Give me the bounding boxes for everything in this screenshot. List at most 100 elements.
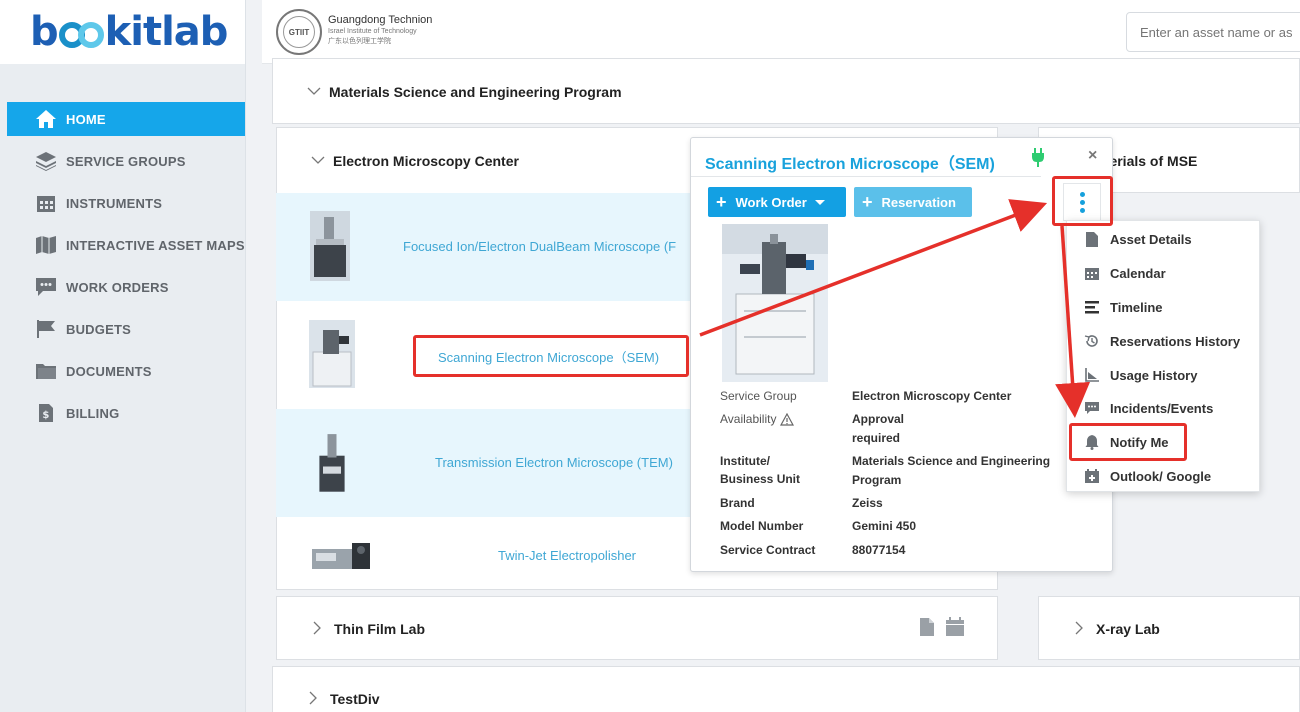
caret-down-icon bbox=[814, 199, 825, 205]
org-name: Guangdong Technion bbox=[328, 14, 433, 26]
org-sub-en: Israel Institute of Technology bbox=[328, 28, 417, 35]
chevron-right-icon[interactable] bbox=[309, 691, 318, 705]
comment-icon bbox=[1083, 399, 1101, 417]
instrument-link[interactable]: Transmission Electron Microscope (TEM) bbox=[435, 455, 673, 470]
menu-item-label: Timeline bbox=[1110, 299, 1163, 315]
menu-item-outlook-google[interactable]: Outlook/ Google bbox=[1083, 465, 1211, 487]
org-sub-cn: 广东以色列理工学院 bbox=[328, 38, 391, 45]
section-title: X-ray Lab bbox=[1096, 621, 1160, 637]
sidebar-item-label: INTERACTIVE ASSET MAPS bbox=[66, 237, 245, 253]
sidebar-item-documents[interactable]: DOCUMENTS bbox=[7, 354, 245, 388]
availability-label-group: Availability bbox=[720, 410, 795, 428]
top-header: GTIIT Guangdong Technion Israel Institut… bbox=[262, 0, 1300, 64]
history-icon bbox=[1083, 332, 1101, 350]
detail-value: Electron Microscopy Center bbox=[852, 389, 1012, 403]
timeline-icon bbox=[1083, 298, 1101, 316]
chevron-right-icon[interactable] bbox=[1075, 621, 1084, 635]
detail-label: Availability bbox=[720, 412, 777, 426]
menu-item-asset-details[interactable]: Asset Details bbox=[1083, 228, 1192, 250]
sidebar-item-label: SERVICE GROUPS bbox=[66, 153, 186, 169]
list-item[interactable]: Twin-Jet Electropolisher bbox=[276, 517, 690, 589]
instrument-thumbnail bbox=[312, 543, 370, 569]
chevron-down-icon[interactable] bbox=[311, 156, 325, 165]
popup-title: Scanning Electron Microscope（SEM) bbox=[705, 156, 995, 173]
sidebar-item-interactive-asset-maps[interactable]: INTERACTIVE ASSET MAPS bbox=[7, 228, 245, 262]
detail-value: Materials Science and Engineering Progra… bbox=[852, 454, 1051, 487]
instrument-thumbnail bbox=[314, 430, 350, 494]
plus-icon: + bbox=[862, 191, 873, 212]
document-icon bbox=[1083, 230, 1101, 248]
org-name-block: Guangdong Technion Israel Institute of T… bbox=[328, 13, 432, 47]
list-item[interactable]: Transmission Electron Microscope (TEM) bbox=[276, 409, 690, 517]
sidebar-item-work-orders[interactable]: WORK ORDERS bbox=[7, 270, 245, 304]
list-item[interactable]: Focused Ion/Electron DualBeam Microscope… bbox=[276, 193, 690, 301]
button-label: Reservation bbox=[881, 194, 956, 210]
sidebar-nav: HOME SERVICE GROUPS INSTRUMENTS INTERACT… bbox=[0, 102, 245, 430]
section-testdiv: TestDiv bbox=[272, 666, 1300, 712]
section-title: Thin Film Lab bbox=[334, 621, 425, 637]
detail-value: Approval required bbox=[852, 412, 905, 445]
annotation-box-kebab bbox=[1052, 176, 1113, 226]
plus-icon: + bbox=[716, 191, 727, 212]
sidebar-item-billing[interactable]: $ BILLING bbox=[7, 396, 245, 430]
home-icon bbox=[35, 109, 57, 129]
detail-value: Zeiss bbox=[852, 496, 883, 510]
document-icon[interactable] bbox=[919, 617, 935, 637]
detail-label: Brand bbox=[720, 496, 755, 510]
sidebar-item-label: BILLING bbox=[66, 405, 120, 421]
section-thin-film-lab: Thin Film Lab bbox=[276, 596, 998, 660]
detail-label: Service Contract bbox=[720, 543, 816, 557]
menu-item-label: Reservations History bbox=[1110, 333, 1241, 349]
folder-icon bbox=[35, 361, 57, 381]
chart-icon bbox=[1083, 366, 1101, 384]
section-title: TestDiv bbox=[330, 691, 380, 707]
calendar-icon[interactable] bbox=[945, 616, 965, 637]
sidebar-item-service-groups[interactable]: SERVICE GROUPS bbox=[7, 144, 245, 178]
instrument-link[interactable]: Focused Ion/Electron DualBeam Microscope… bbox=[403, 239, 676, 254]
chevron-right-icon[interactable] bbox=[313, 621, 322, 635]
calendar-grid-icon bbox=[35, 193, 57, 213]
section-mse-program: Materials Science and Engineering Progra… bbox=[272, 58, 1300, 124]
sidebar-item-instruments[interactable]: INSTRUMENTS bbox=[7, 186, 245, 220]
detail-label: Model Number bbox=[720, 519, 804, 533]
section-title: Materials Science and Engineering Progra… bbox=[329, 84, 622, 100]
instrument-photo bbox=[722, 224, 828, 382]
plug-icon bbox=[1032, 148, 1044, 167]
warning-icon[interactable] bbox=[780, 412, 795, 426]
menu-item-label: Usage History bbox=[1110, 367, 1198, 383]
sidebar-item-budgets[interactable]: BUDGETS bbox=[7, 312, 245, 346]
logo-suffix: kitlab bbox=[104, 9, 229, 55]
sidebar: b kitlab HOME SERVICE GROUPS INSTRUMENTS bbox=[0, 0, 246, 712]
logo-ring-icon bbox=[77, 22, 104, 48]
sidebar-item-label: DOCUMENTS bbox=[66, 363, 152, 379]
sidebar-item-home[interactable]: HOME bbox=[7, 102, 245, 136]
asset-search-input[interactable] bbox=[1126, 12, 1300, 52]
instrument-link[interactable]: Twin-Jet Electropolisher bbox=[498, 548, 636, 563]
menu-item-label: Calendar bbox=[1110, 265, 1166, 281]
sidebar-item-label: BUDGETS bbox=[66, 321, 131, 337]
button-label: Work Order bbox=[735, 194, 807, 210]
calendar-icon bbox=[1083, 264, 1101, 282]
menu-item-reservations-history[interactable]: Reservations History bbox=[1083, 330, 1240, 352]
menu-item-label: Asset Details bbox=[1110, 231, 1192, 247]
detail-value: 88077154 bbox=[852, 543, 906, 557]
menu-item-timeline[interactable]: Timeline bbox=[1083, 296, 1163, 318]
menu-item-label: Outlook/ Google bbox=[1110, 468, 1212, 484]
divider bbox=[691, 176, 1041, 177]
sidebar-item-label: HOME bbox=[66, 111, 106, 127]
menu-item-calendar[interactable]: Calendar bbox=[1083, 262, 1166, 284]
menu-item-incidents-events[interactable]: Incidents/Events bbox=[1083, 397, 1213, 419]
sidebar-item-label: INSTRUMENTS bbox=[66, 195, 163, 211]
reservation-button[interactable]: + Reservation bbox=[854, 187, 972, 217]
close-icon[interactable]: × bbox=[1088, 147, 1097, 165]
dollar-doc-icon: $ bbox=[35, 403, 57, 423]
detail-label: Institute/ Business Unit bbox=[720, 454, 801, 486]
chevron-down-icon[interactable] bbox=[307, 87, 321, 96]
work-order-button[interactable]: + Work Order bbox=[708, 187, 846, 217]
detail-label: Service Group bbox=[720, 389, 797, 403]
school-seal-logo[interactable]: GTIIT bbox=[276, 9, 322, 55]
logo-prefix: b bbox=[30, 9, 59, 55]
school-seal-text: GTIIT bbox=[283, 16, 315, 48]
menu-item-usage-history[interactable]: Usage History bbox=[1083, 364, 1197, 386]
brand-logo[interactable]: b kitlab bbox=[0, 0, 245, 64]
